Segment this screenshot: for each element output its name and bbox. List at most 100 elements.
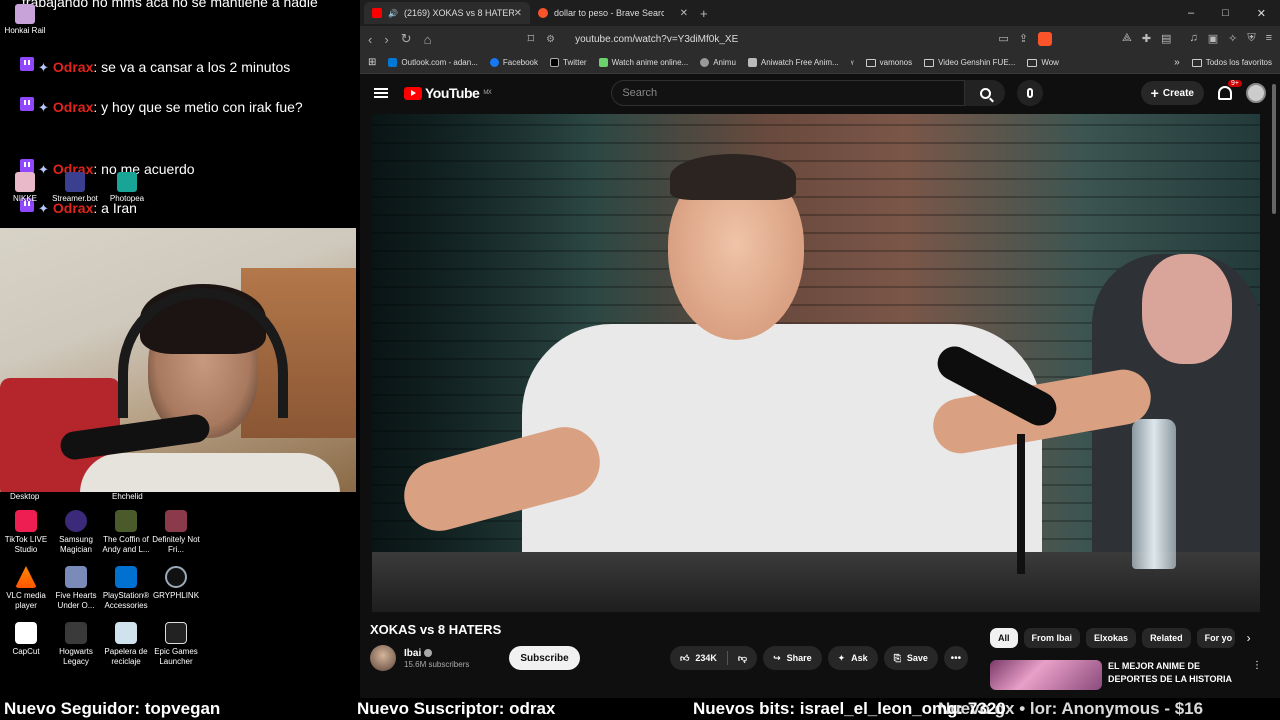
vpn-icon[interactable]: ⛨	[1247, 32, 1255, 46]
dislike-button[interactable]: 👎︎	[728, 646, 757, 670]
subscribe-button[interactable]: Subscribe	[509, 646, 580, 670]
page-scrollbar[interactable]	[1272, 76, 1278, 696]
share-page-icon[interactable]: ⇪	[1019, 32, 1028, 46]
video-player[interactable]	[372, 114, 1260, 612]
chat-message: ✦ Odrax: se va a cansar a los 2 minutos	[20, 56, 350, 79]
recommended-thumbnail[interactable]	[990, 660, 1102, 690]
save-button[interactable]: ⎘ Save	[883, 646, 938, 670]
chip-elxokas[interactable]: Elxokas	[1086, 628, 1137, 648]
screen-icon[interactable]: ▭	[998, 32, 1008, 46]
maximize-button[interactable]: □	[1222, 7, 1229, 20]
chip-for-you[interactable]: For yo	[1196, 628, 1235, 648]
bookmark-wow[interactable]: Wow	[1027, 58, 1059, 67]
more-bookmarks-icon[interactable]: »	[1174, 57, 1180, 68]
tab-youtube[interactable]: 🔊 (2169) XOKAS vs 8 HATERS - ✕	[364, 2, 530, 24]
share-button[interactable]: ↪ Share	[763, 646, 822, 670]
youtube-logo[interactable]: YouTube MX	[404, 85, 492, 101]
ticker-donor: Nuevo gx • lor: Anonymous - $16	[938, 699, 1204, 718]
desktop-icon-coffin[interactable]: The Coffin of Andy and L...	[100, 510, 152, 555]
bookmark-extra-icon[interactable]: ᵞ	[851, 58, 854, 68]
video-title: XOKAS vs 8 HATERS	[370, 622, 502, 637]
minimize-button[interactable]: –	[1188, 7, 1194, 20]
desktop-icon-honkai[interactable]: Honkai Rail	[0, 4, 60, 35]
search-input[interactable]: Search	[611, 80, 966, 106]
desktop-icon-gryphlink[interactable]: GRYPHLINK	[150, 566, 202, 601]
desktop-icon-definitely-not[interactable]: Definitely Not Fri...	[150, 510, 202, 555]
plus-icon: +	[1150, 85, 1159, 101]
ask-button[interactable]: ✦ Ask	[827, 646, 878, 670]
chip-related[interactable]: Related	[1142, 628, 1191, 648]
chat-text: : y hoy que se metio con irak fue?	[93, 99, 303, 115]
reload-icon[interactable]: ↻	[401, 31, 412, 47]
more-actions-icon[interactable]: •••	[943, 646, 968, 670]
leo-icon[interactable]: ✧	[1228, 32, 1237, 46]
bookmark-outlook[interactable]: Outlook.com - adan...	[388, 58, 478, 67]
chip-all[interactable]: All	[990, 628, 1018, 648]
speaker-icon: 🔊	[388, 8, 398, 18]
channel-avatar[interactable]	[370, 645, 396, 671]
bookmark-animu[interactable]: Animu	[700, 58, 736, 67]
home-icon[interactable]: ⌂	[424, 32, 432, 47]
sparkle-badge-icon: ✦	[38, 100, 49, 116]
new-tab-button[interactable]: +	[700, 6, 708, 21]
desktop-icon-vlc[interactable]: VLC media player	[0, 566, 52, 611]
recommended-video[interactable]: EL MEJOR ANIME DE DEPORTES DE LA HISTORI…	[990, 660, 1270, 696]
channel-name[interactable]: Ibai	[404, 648, 469, 659]
honkai-icon	[15, 4, 35, 24]
site-settings-icon[interactable]: ⚙	[546, 34, 555, 45]
back-icon[interactable]: ‹	[368, 32, 372, 47]
notifications-bell-icon[interactable]: 9+	[1218, 80, 1242, 100]
photopea-icon	[117, 172, 137, 192]
recommended-title[interactable]: EL MEJOR ANIME DE DEPORTES DE LA HISTORI…	[1108, 660, 1248, 696]
voice-search-button[interactable]	[1017, 80, 1044, 106]
desktop-icon-samsung-magician[interactable]: Samsung Magician	[50, 510, 102, 555]
capcut-icon	[15, 622, 37, 644]
music-icon[interactable]: ♫	[1189, 32, 1197, 46]
search-button[interactable]	[965, 80, 1006, 106]
account-avatar[interactable]	[1246, 83, 1266, 103]
create-button[interactable]: + Create	[1140, 81, 1204, 105]
bookmark-facebook[interactable]: Facebook	[489, 58, 538, 67]
like-button[interactable]: 👍︎ 234K	[670, 646, 727, 670]
menu-icon[interactable]: ≡	[1266, 32, 1272, 46]
notification-count-badge: 9+	[1228, 80, 1242, 87]
desktop-icon-recycle-bin[interactable]: Papelera de reciclaje	[100, 622, 152, 667]
chevron-right-icon[interactable]: ›	[1247, 631, 1251, 645]
close-tab-icon[interactable]: ✕	[680, 8, 688, 19]
desktop-icon-tiktok[interactable]: TikTok LIVE Studio	[0, 510, 52, 555]
hamburger-menu-icon[interactable]	[374, 88, 388, 98]
bookmark-vamonos[interactable]: vamonos	[865, 58, 912, 67]
close-tab-icon[interactable]: ✕	[514, 8, 522, 19]
desktop-icon-five-hearts[interactable]: Five Hearts Under O...	[50, 566, 102, 611]
tab-brave-search[interactable]: dollar to peso - Brave Search ✕	[530, 2, 696, 24]
sidebar-icon[interactable]: ▤	[1161, 32, 1171, 46]
folder-icon	[1027, 58, 1038, 67]
desktop-icon-playstation[interactable]: PlayStation® Accessories	[100, 566, 152, 611]
chip-from-channel[interactable]: From Ibai	[1023, 628, 1081, 648]
all-bookmarks-folder[interactable]: Todos los favoritos	[1191, 58, 1272, 67]
more-vert-icon[interactable]: ⋮	[1252, 660, 1262, 696]
desktop-icon-hogwarts[interactable]: Hogwarts Legacy	[50, 622, 102, 667]
close-window-button[interactable]: ✕	[1257, 7, 1266, 20]
bookmark-video-genshin[interactable]: Video Genshin FUE...	[924, 58, 1015, 67]
stream-ticker: Nuevo Seguidor: topvegan Nuevo Suscripto…	[0, 698, 1280, 720]
desktop-icon-epic-games[interactable]: Epic Games Launcher	[150, 622, 202, 667]
bookmark-page-icon[interactable]: ⌑	[527, 31, 534, 47]
url-field[interactable]: youtube.com/watch?v=Y3diMf0k_XE	[575, 34, 738, 45]
bookmark-aniwatch[interactable]: Aniwatch Free Anim...	[747, 58, 839, 67]
rewards-icon[interactable]: ⟁	[1122, 32, 1132, 46]
extensions-icon[interactable]: ✚	[1142, 32, 1151, 46]
scrollbar-thumb[interactable]	[1272, 84, 1276, 214]
tab-bar: 🔊 (2169) XOKAS vs 8 HATERS - ✕ dollar to…	[360, 0, 1280, 26]
bookmark-watch-anime[interactable]: Watch anime online...	[598, 58, 688, 67]
desktop-partial-label: Ehchelid	[112, 492, 143, 501]
apps-grid-icon[interactable]: ⊞	[368, 57, 376, 68]
chat-partial-message: trabajando no mms aca no se mantiene a n…	[22, 0, 318, 10]
forward-icon[interactable]: ›	[384, 32, 388, 47]
wallet-icon[interactable]: ▣	[1208, 32, 1218, 46]
desktop-icon-capcut[interactable]: CapCut	[0, 622, 52, 657]
bookmark-twitter[interactable]: Twitter	[550, 58, 587, 67]
desktop-icon-photopea[interactable]: Photopea	[92, 172, 162, 203]
brave-shields-icon[interactable]	[1038, 32, 1053, 46]
hogwarts-icon	[65, 622, 87, 644]
